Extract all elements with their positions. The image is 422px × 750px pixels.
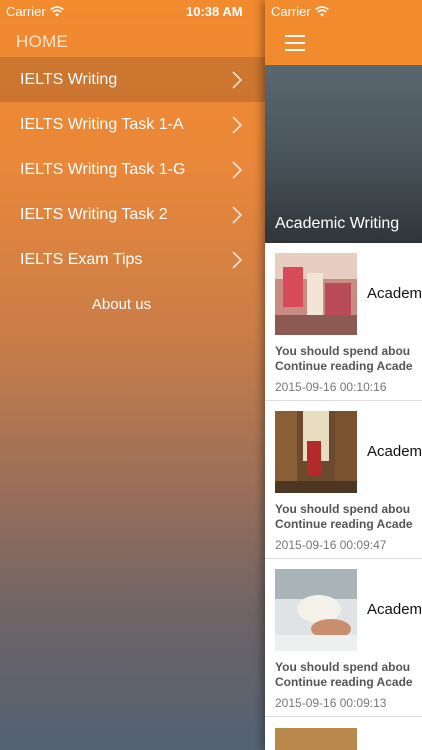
post-excerpt: You should spend abou Continue reading A… (275, 502, 413, 532)
menu-item-exam-tips[interactable]: IELTS Exam Tips (0, 237, 265, 282)
post-excerpt-line: Continue reading Acade (275, 517, 413, 531)
carrier-info: Carrier (6, 4, 64, 19)
wifi-icon (49, 6, 64, 17)
carrier-label: Carrier (271, 4, 311, 19)
chevron-right-icon (232, 250, 243, 269)
post-feed: Academ You should spend abou Continue re… (265, 243, 422, 717)
post-excerpt-line: Continue reading Acade (275, 359, 413, 373)
hamburger-icon[interactable] (285, 35, 305, 51)
post-card[interactable]: Academ You should spend abou Continue re… (265, 401, 422, 559)
post-thumbnail (275, 728, 357, 750)
clock: 10:38 AM (186, 4, 243, 19)
menu-item-task-1g[interactable]: IELTS Writing Task 1-G (0, 147, 265, 192)
post-date: 2015-09-16 00:09:13 (275, 696, 387, 710)
menu-item-ielts-writing[interactable]: IELTS Writing (0, 57, 265, 102)
status-bar: Carrier 10:38 AM (0, 0, 265, 22)
post-thumbnail (275, 411, 357, 493)
post-title: Academ (367, 601, 422, 618)
menu-home-heading[interactable]: HOME (16, 32, 68, 52)
post-card[interactable]: Academ You should spend abou Continue re… (265, 243, 422, 401)
menu-item-task-2[interactable]: IELTS Writing Task 2 (0, 192, 265, 237)
post-excerpt: You should spend abou Continue reading A… (275, 660, 413, 690)
chevron-right-icon (232, 70, 243, 89)
menu-item-task-1a[interactable]: IELTS Writing Task 1-A (0, 102, 265, 147)
menu-list: IELTS Writing IELTS Writing Task 1-A IEL… (0, 57, 265, 282)
hero-title: Academic Writing (275, 215, 400, 232)
post-thumbnail (275, 569, 357, 651)
post-card[interactable]: Academ You should spend abou Continue re… (265, 559, 422, 717)
main-panel: Carrier Academic Writing Academ You shou… (265, 0, 422, 750)
post-excerpt-line: You should spend abou (275, 660, 411, 674)
wifi-icon (314, 6, 329, 17)
post-thumbnail (275, 253, 357, 335)
post-excerpt-line: You should spend abou (275, 344, 411, 358)
chevron-right-icon (232, 160, 243, 179)
carrier-info: Carrier (271, 4, 329, 19)
chevron-right-icon (232, 115, 243, 134)
about-us-link[interactable]: About us (0, 296, 243, 313)
post-excerpt: You should spend abou Continue reading A… (275, 344, 413, 374)
post-excerpt-line: Continue reading Acade (275, 675, 413, 689)
post-date: 2015-09-16 00:09:47 (275, 538, 387, 552)
post-date: 2015-09-16 00:10:16 (275, 380, 387, 394)
menu-item-label: IELTS Writing (20, 70, 118, 88)
menu-item-label: IELTS Writing Task 1-G (20, 160, 186, 178)
menu-item-label: IELTS Writing Task 2 (20, 205, 168, 223)
menu-item-label: IELTS Writing Task 1-A (20, 115, 184, 133)
post-excerpt-line: You should spend abou (275, 502, 411, 516)
carrier-label: Carrier (6, 4, 46, 19)
hero-banner[interactable]: Academic Writing (265, 65, 422, 243)
post-title: Academ (367, 285, 422, 302)
nav-bar: Carrier (265, 0, 422, 65)
chevron-right-icon (232, 205, 243, 224)
post-title: Academ (367, 443, 422, 460)
menu-item-label: IELTS Exam Tips (20, 250, 143, 268)
side-menu: Carrier 10:38 AM HOME IELTS Writing IELT… (0, 0, 265, 750)
